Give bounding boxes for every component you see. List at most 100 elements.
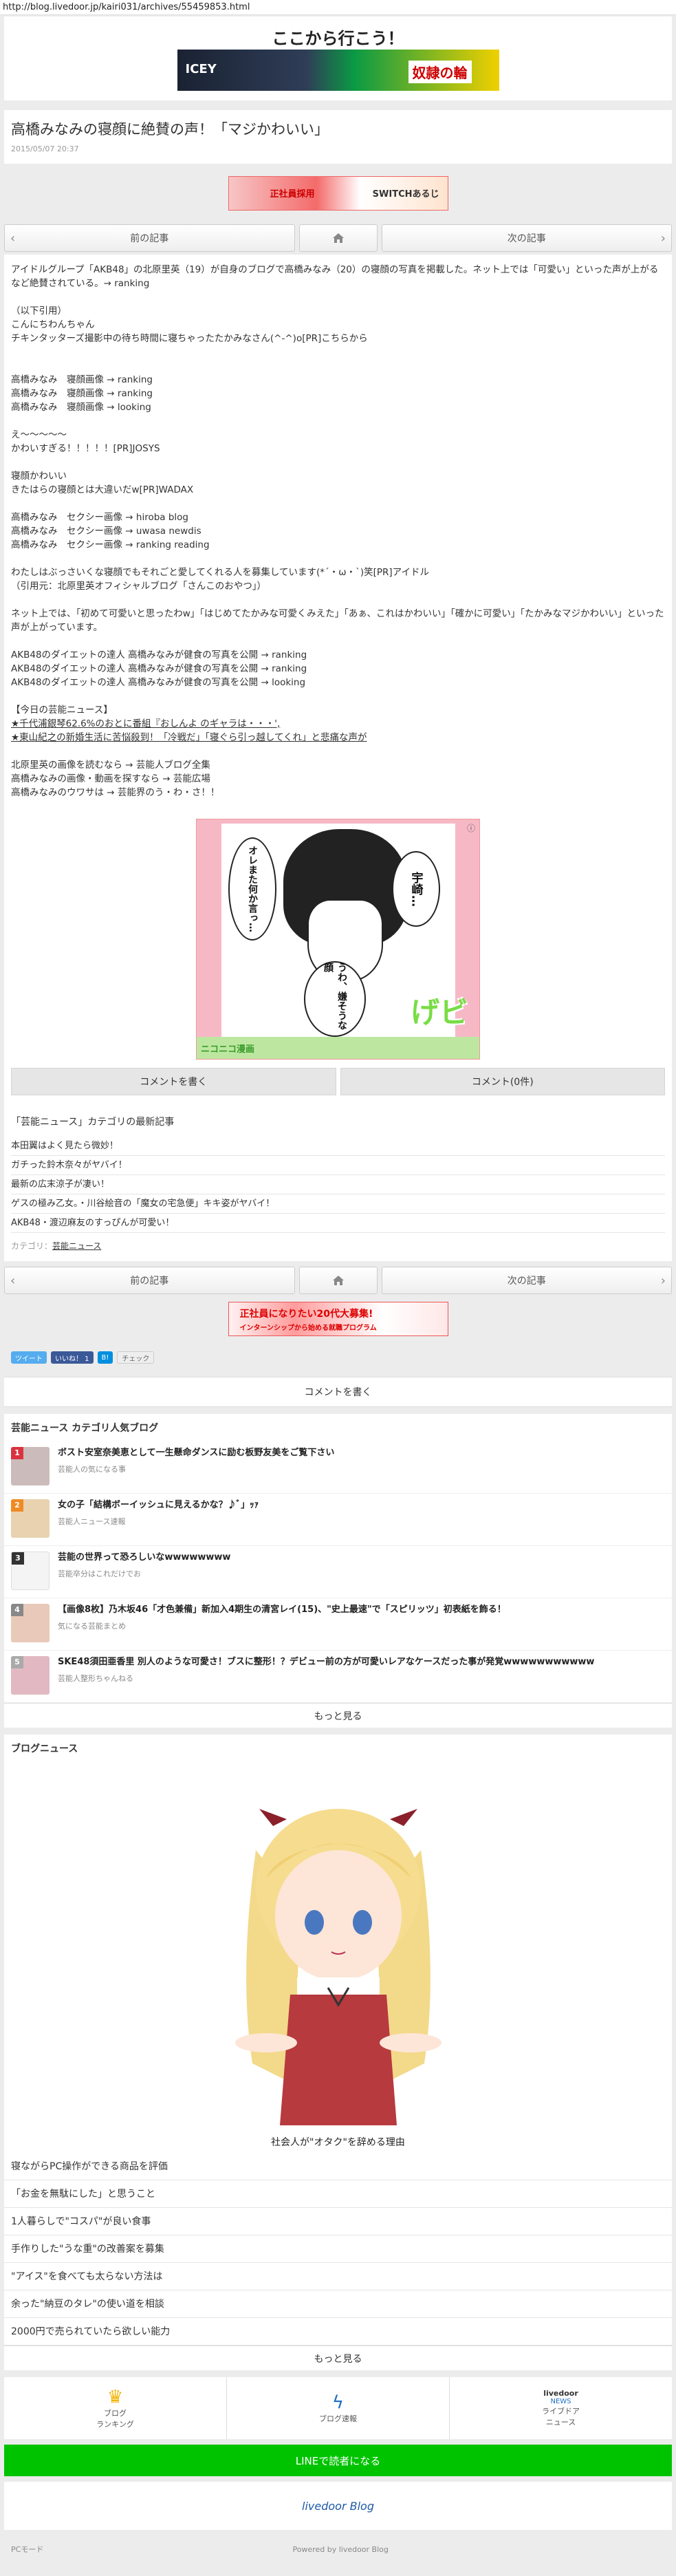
popular-more-button[interactable]: もっと見る [4,1703,672,1728]
crown-icon: ♛ [107,2387,124,2407]
blog-news-item[interactable]: 1人暮らしで"コスパ"が良い食事 [4,2208,672,2235]
top-banner-left-text: ICEY [185,62,217,76]
prev-article-button[interactable]: ‹ 前の記事 [4,224,295,252]
bottom-banner-text-2: インターンシップから始める就職プログラム [239,1324,377,1332]
body-line: こんにちわんちゃん [11,319,95,330]
info-icon[interactable]: ⓘ [467,822,475,834]
rank-badge: 5 [11,1656,23,1668]
blog-news-item[interactable]: 寝ながらPC操作ができる商品を評価 [4,2153,672,2180]
related-item[interactable]: AKB48・渡辺麻友のすっぴんが可愛い！ [11,1214,665,1233]
related-item[interactable]: ゲスの極み乙女。・川谷絵音の「魔女の宅急便」キキ姿がヤバイ！ [11,1194,665,1214]
hatena-button[interactable]: B! [97,1351,113,1364]
popular-item[interactable]: 5 SKE48須田亜香里 別人のような可愛さ！ブスに整形！？デビュー前の方が可愛… [4,1651,672,1703]
popular-item-blog: 芸能人整形ちゃんねる [58,1674,133,1683]
related-item[interactable]: 本田翼はよく見たら微妙！ [11,1137,665,1156]
body-line [11,744,665,758]
bottom-banner-text-1: 正社員になりたい20代大募集! [239,1309,373,1320]
body-link-line[interactable]: 高橋みなみの画像・動画を探すなら → 芸能広場 [11,772,665,786]
category-line: カテゴリ：芸能ニュース [11,1240,665,1252]
bottom-ad-row: 正社員になりたい20代大募集! インターンシップから始める就職プログラム [4,1294,672,1344]
body-spacer [11,359,665,373]
rank-badge: 1 [11,1447,23,1459]
site-title[interactable]: ここから行こう！ [4,17,672,50]
popular-thumb: 3 [11,1552,50,1590]
manga-bubble-1: 宇崎… [392,851,440,927]
comment-write-button[interactable]: コメントを書く [4,1377,672,1407]
body-link-line[interactable]: AKB48のダイエットの達人 高橋みなみが健食の写真を公開 → ranking [11,662,665,676]
footer-nav: ♛ ブログ ランキング ϟ ブログ速報 livedoor NEWS ライブドア … [4,2377,672,2439]
article-header: 高橋みなみの寝顔に絶賛の声！「マジかわいい」 2015/05/07 20:37 [4,110,672,164]
pc-mode-link[interactable]: PCモード [11,2544,43,2555]
popular-item-title: 芸能の世界って恐ろしいなwwwwwwww [58,1552,231,1563]
mid-ad-row: 正社員採用 SWITCHあるじ [4,164,672,223]
tweet-button[interactable]: ツイート [11,1351,47,1364]
chevron-right-icon: › [660,1273,666,1288]
manga-bubble-2: オレまた何か言っ… [228,837,276,941]
mid-banner-text-1: 正社員採用 [270,189,315,200]
body-link-line[interactable]: 高橋みなみのウワサは → 芸能界のう・わ・さ！！ [11,786,665,799]
body-line: きたはらの寝顔とは大違いだw[PR]WADAX [11,484,194,495]
top-banner-ad[interactable]: ICEY 奴隷の輪 [177,50,499,91]
article-nav-bottom: ‹ 前の記事 次の記事 › [4,1267,672,1294]
blog-ranking-link[interactable]: ♛ ブログ ランキング [4,2377,227,2439]
bottom-banner-ad[interactable]: 正社員になりたい20代大募集! インターンシップから始める就職プログラム [228,1302,448,1336]
line-follow-button[interactable]: LINEで読者になる [4,2445,672,2476]
next-article-button[interactable]: 次の記事 › [381,1267,672,1294]
popular-item[interactable]: 3 芸能の世界って恐ろしいなwwwwwwww 芸能卒分はこれだけでお [4,1546,672,1598]
body-line [11,634,665,648]
write-comment-button[interactable]: コメントを書く [11,1068,336,1095]
popular-item-blog: 芸能人ニュース速報 [58,1517,126,1526]
mid-banner-ad[interactable]: 正社員採用 SWITCHあるじ [228,176,448,211]
blog-news-item[interactable]: 「お金を無駄にした」と思うこと [4,2180,672,2208]
news-link[interactable]: ★千代浦銀琴62.6%のおとに番組『おしんよ のギャラは・・・', [11,717,665,731]
next-article-button[interactable]: 次の記事 › [381,224,672,252]
body-link-line[interactable]: 高橋みなみ 寝顔画像 → ranking [11,373,665,387]
site-header: ここから行こう！ ICEY 奴隷の輪 [4,17,672,100]
livedoor-news-icon: livedoor [543,2389,578,2398]
body-link-line[interactable]: 高橋みなみ セクシー画像 → hiroba blog [11,511,665,524]
popular-item[interactable]: 1 ボスト安室奈美恵として一生懸命ダンスに励む板野友美をご覧下さい 芸能人の気にな… [4,1441,672,1494]
footer-nav-label: ニュース [545,2418,576,2427]
body-link-line[interactable]: 高橋みなみ 寝顔画像 → looking [11,400,665,414]
check-button[interactable]: チェック [117,1351,155,1364]
body-line [11,552,665,566]
related-item[interactable]: 最新の広末涼子が凄い！ [11,1175,665,1194]
blog-news-more-button[interactable]: もっと見る [4,2346,672,2370]
popular-item-title: ボスト安室奈美恵として一生懸命ダンスに励む板野友美をご覧下さい [58,1448,335,1458]
body-link-line[interactable]: AKB48のダイエットの達人 高橋みなみが健食の写真を公開 → looking [11,676,665,689]
popular-item-blog: 芸能人の気になる事 [58,1465,126,1474]
livedoor-news-link[interactable]: livedoor NEWS ライブドア ニュース [450,2377,672,2439]
livedoor-blog-logo[interactable]: livedoor Blog [4,2482,672,2530]
body-line: かわいすぎる！！！！！[PR]JOSYS [11,443,160,454]
body-link-line[interactable]: 北原里英の画像を読むなら → 芸能人ブログ全集 [11,758,665,772]
rank-badge: 2 [11,1499,23,1512]
body-link-line[interactable]: 高橋みなみ セクシー画像 → uwasa newdis [11,524,665,538]
related-item[interactable]: ガチった鈴木奈々がヤバイ！ [11,1156,665,1175]
comment-count-button[interactable]: コメント(0件) [340,1068,665,1095]
blog-news-item[interactable]: 手作りした"うな重"の改善案を募集 [4,2235,672,2263]
body-line: え～～～～～ [11,429,67,440]
body-link-line[interactable]: 高橋みなみ 寝顔画像 → ranking [11,387,665,400]
blog-breaking-link[interactable]: ϟ ブログ速報 [227,2377,450,2439]
popular-item[interactable]: 4 【画像8枚】乃木坂46「才色兼備」新加入4期生の清宮レイ(15)、"史上最速… [4,1598,672,1651]
prev-article-button[interactable]: ‹ 前の記事 [4,1267,295,1294]
body-line: アイドルグループ「AKB48」の北原里英（19）が自身のブログで高橋みなみ（20… [11,264,659,289]
article-body: アイドルグループ「AKB48」の北原里英（19）が自身のブログで高橋みなみ（20… [4,255,672,1261]
popular-item[interactable]: 2 女の子「結構ボーイッシュに見えるかな？♪ﾞ」ｯｧ 芸能人ニュース速報 [4,1494,672,1546]
body-link-line[interactable]: 高橋みなみ セクシー画像 → ranking reading [11,538,665,552]
blog-news-feature[interactable]: 社会人が"オタク"を辞める理由 [190,1768,486,2153]
home-button[interactable] [298,1267,378,1294]
news-link[interactable]: ★東山紀之の新婚生活に苦悩殺到！「冷戦だ」「寝ぐら引っ越してくれ」と悲痛な声が [11,731,665,744]
blog-news-item[interactable]: 余った"納豆のタレ"の使い道を相談 [4,2290,672,2318]
share-row: ツイート いいね！ 1 B! チェック [4,1344,672,1371]
facebook-like-button[interactable]: いいね！ 1 [51,1351,94,1364]
category-link[interactable]: 芸能ニュース [52,1241,101,1251]
blog-news-item[interactable]: "アイス"を食べても太らない方法は [4,2263,672,2290]
category-label: カテゴリ： [11,1241,53,1251]
home-button[interactable] [298,224,378,252]
article-date: 2015/05/07 20:37 [11,144,79,153]
footer-nav-label: ブログ [104,2409,127,2418]
manga-ad[interactable]: 宇崎… オレまた何か言っ… うわ、嫌そうな顔 げビ ニコニコ漫画 ⓘ [196,819,480,1060]
body-link-line[interactable]: AKB48のダイエットの達人 高橋みなみが健食の写真を公開 → ranking [11,648,665,662]
blog-news-item[interactable]: 2000円で売られていたら欲しい能力 [4,2318,672,2346]
